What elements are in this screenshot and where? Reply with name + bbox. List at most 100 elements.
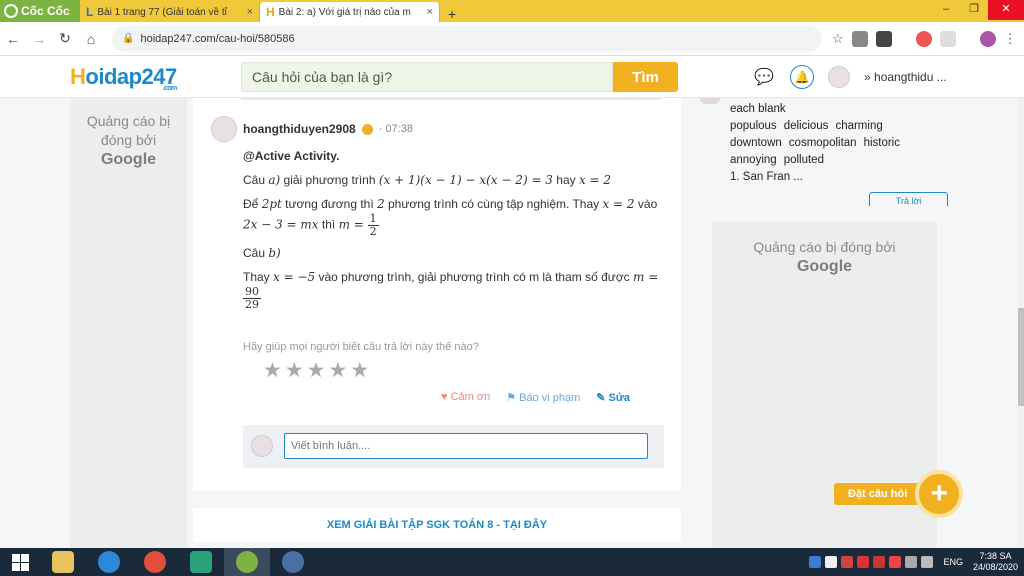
home-button[interactable]: ⌂ <box>78 31 104 47</box>
page-scrollbar[interactable] <box>1018 98 1024 548</box>
sgk-link-banner[interactable]: XEM GIẢI BÀI TẬP SGK TOÁN 8 - TẠI ĐÂY <box>193 508 681 542</box>
mention: @Active Activity. <box>243 149 340 163</box>
bookmark-star-icon[interactable]: ☆ <box>832 31 844 47</box>
edit-button[interactable]: ✎ Sửa <box>596 391 630 404</box>
taskbar-app[interactable] <box>178 548 224 576</box>
minimize-button[interactable]: – <box>932 0 960 20</box>
maximize-button[interactable]: ❐ <box>960 0 988 20</box>
chrome-icon <box>144 551 166 573</box>
ask-question-fab[interactable]: Đặt câu hỏi + <box>834 470 964 518</box>
site-header: Hoidap247 .com Câu hỏi của bạn là gì? Tìm… <box>0 56 1024 98</box>
web-page: Hoidap247 .com Câu hỏi của bạn là gì? Tìm… <box>0 56 1024 548</box>
taskbar-ie[interactable] <box>86 548 132 576</box>
tray-icon[interactable] <box>873 556 886 568</box>
scrollbar-thumb[interactable] <box>1018 308 1024 406</box>
toolbar-icons: ☆ ⋮ <box>832 30 1017 47</box>
clock[interactable]: 7:38 SA 24/08/2020 <box>973 551 1018 573</box>
tab-title: Bài 2: a) Với giá trị nào của m <box>278 6 411 18</box>
extension-icon[interactable] <box>851 30 868 47</box>
rank-badge-icon <box>361 123 373 135</box>
close-window-button[interactable]: ✕ <box>988 0 1024 20</box>
system-tray: ENG 7:38 SA 24/08/2020 <box>809 548 1024 576</box>
volume-icon[interactable] <box>921 556 934 568</box>
site-logo[interactable]: Hoidap247 .com <box>70 64 177 92</box>
bell-icon[interactable]: 🔔 <box>790 65 814 89</box>
browser-brand-label: Cốc Cốc <box>21 4 70 18</box>
star-icon[interactable]: ★ <box>328 360 347 382</box>
back-button[interactable]: ← <box>0 31 26 47</box>
related-question-text[interactable]: each blank populous delicious charming dow… <box>730 101 907 186</box>
app-icon <box>190 551 212 573</box>
tab-close-icon[interactable]: × <box>247 6 253 18</box>
profile-icon[interactable] <box>979 30 996 47</box>
answer-header: hoangthiduyen2908 · 07:38 <box>211 116 413 142</box>
star-icon[interactable]: ★ <box>285 360 304 382</box>
start-button[interactable] <box>0 553 40 571</box>
tray-icon[interactable] <box>857 556 870 568</box>
extension-icon[interactable] <box>939 30 956 47</box>
search-input[interactable]: Câu hỏi của bạn là gì? <box>241 62 613 92</box>
comment-input[interactable] <box>284 433 648 459</box>
ad-closed-text: Quảng cáo bị đóng bởi Google <box>86 113 171 168</box>
tray-icon[interactable] <box>825 556 838 568</box>
username[interactable]: » hoangthidu ... <box>864 70 947 84</box>
menu-icon[interactable]: ⋮ <box>1004 31 1017 47</box>
star-icon[interactable]: ★ <box>307 360 326 382</box>
taskbar-coccoc[interactable] <box>224 548 270 576</box>
answer-time: · 07:38 <box>378 123 413 135</box>
author-name[interactable]: hoangthiduyen2908 <box>243 122 356 136</box>
divider <box>241 98 661 100</box>
ie-icon <box>98 551 120 573</box>
commenter-avatar <box>251 435 273 457</box>
author-avatar[interactable] <box>211 116 237 142</box>
reload-button[interactable]: ↻ <box>52 30 78 47</box>
window-controls: – ❐ ✕ <box>932 0 1024 20</box>
answer-part-a: Câu a) giải phương trình (x + 1)(x − 1) … <box>243 173 612 187</box>
tab-favicon-icon: L <box>86 5 94 19</box>
chat-icon[interactable]: 💬 <box>752 65 776 89</box>
tray-icon[interactable] <box>889 556 902 568</box>
app2-icon <box>282 551 304 573</box>
plus-icon[interactable]: + <box>915 470 964 518</box>
taskbar-app2[interactable] <box>270 548 316 576</box>
tab-close-icon[interactable]: × <box>427 6 433 18</box>
comment-box <box>243 425 664 468</box>
download-icon[interactable] <box>875 30 892 47</box>
answer-paragraph-4: Thay x = −5 vào phương trình, giải phươn… <box>243 270 659 311</box>
language-indicator[interactable]: ENG <box>943 557 963 567</box>
tab-favicon-icon: H <box>266 5 275 19</box>
forward-button[interactable]: → <box>26 31 52 47</box>
tray-icon[interactable] <box>809 556 822 568</box>
url-text: hoidap247.com/cau-hoi/580586 <box>140 32 295 45</box>
sgk-link-text[interactable]: XEM GIẢI BÀI TẬP SGK TOÁN 8 - TẠI ĐÂY <box>327 519 547 531</box>
windows-logo-icon <box>11 553 29 571</box>
taskbar: ENG 7:38 SA 24/08/2020 <box>0 548 1024 576</box>
ask-question-label[interactable]: Đặt câu hỏi <box>834 483 922 505</box>
taskbar-file-explorer[interactable] <box>40 548 86 576</box>
star-rating[interactable]: ★ ★ ★ ★ ★ <box>263 360 369 382</box>
user-avatar[interactable] <box>828 66 850 88</box>
url-bar[interactable]: 🔒 hoidap247.com/cau-hoi/580586 <box>112 25 822 52</box>
new-tab-button[interactable]: + <box>440 6 464 22</box>
browser-brand[interactable]: Cốc Cốc <box>0 0 80 22</box>
tray-icon[interactable] <box>841 556 854 568</box>
star-icon[interactable]: ★ <box>350 360 369 382</box>
rating-question: Hãy giúp mọi người biết câu trả lời này … <box>243 341 479 353</box>
header-icons: 💬 🔔 » hoangthidu ... <box>752 65 947 89</box>
folder-icon <box>52 551 74 573</box>
network-icon[interactable] <box>905 556 918 568</box>
tab-2[interactable]: H Bài 2: a) Với giá trị nào của m × <box>260 2 440 22</box>
answer-part-b: Câu b) <box>243 246 281 260</box>
answer-related-button[interactable]: Trả lời <box>869 192 948 206</box>
coccoc-extension-icon[interactable] <box>915 30 932 47</box>
thanks-button[interactable]: ♥ Cảm ơn <box>441 391 490 404</box>
search-button[interactable]: Tìm <box>613 62 678 92</box>
related-question: each blank populous delicious charming dow… <box>700 98 960 228</box>
taskbar-chrome[interactable] <box>132 548 178 576</box>
tab-1[interactable]: L Bài 1 trang 77 (Giải toán về tỉ × <box>80 2 260 22</box>
report-button[interactable]: ⚑ Báo vi phạm <box>506 391 580 404</box>
star-icon[interactable]: ★ <box>263 360 282 382</box>
browser-tab-bar: Cốc Cốc L Bài 1 trang 77 (Giải toán về t… <box>0 0 1024 22</box>
answer-paragraph-2: Để 2pt tương đương thì 2 phương trình có… <box>243 197 658 238</box>
lock-icon: 🔒 <box>122 33 135 44</box>
